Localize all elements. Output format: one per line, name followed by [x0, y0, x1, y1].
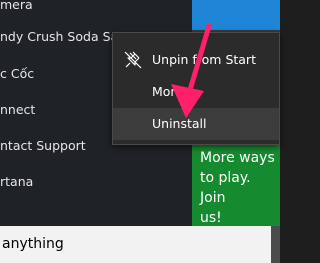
xbox-promo-tile[interactable]: More ways to play. Join us!	[192, 142, 280, 228]
taskbar-strip	[271, 226, 280, 263]
menu-item-label: Uninstall	[152, 116, 207, 131]
app-list-item[interactable]: nnect	[0, 99, 35, 121]
app-list-item[interactable]: rtana	[0, 171, 33, 193]
context-menu: Unpin from Start More Uninstall	[112, 32, 280, 145]
menu-item-label: More	[152, 84, 183, 99]
search-input[interactable]	[0, 226, 271, 263]
uninstall-menu-item[interactable]: Uninstall	[113, 108, 279, 140]
start-tile-blue[interactable]	[192, 0, 280, 30]
more-menu-item[interactable]: More	[113, 76, 279, 108]
unpin-from-start-menu-item[interactable]: Unpin from Start	[113, 44, 279, 76]
unpin-icon	[124, 51, 142, 69]
app-list-item[interactable]: ntact Support	[0, 135, 86, 157]
menu-item-label: Unpin from Start	[152, 52, 256, 67]
app-list-item[interactable]: mera	[0, 0, 33, 16]
app-list-item[interactable]: c Cốc	[0, 63, 34, 85]
